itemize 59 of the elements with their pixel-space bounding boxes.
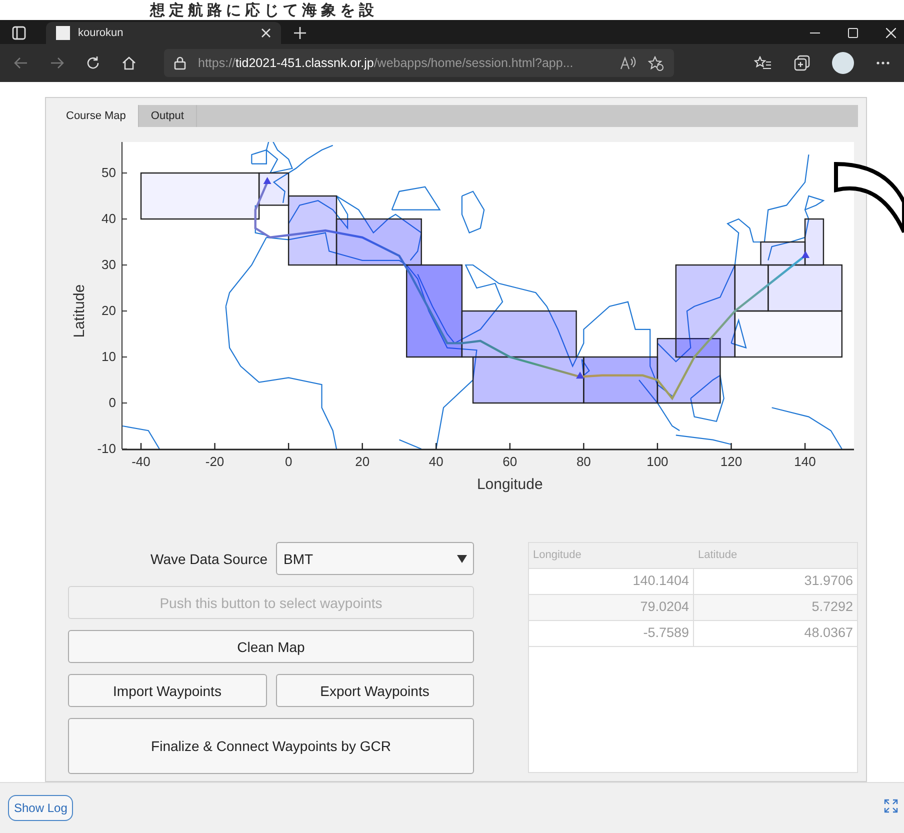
axis-tick-label: 100 bbox=[646, 454, 668, 469]
column-header: Longitude bbox=[532, 548, 582, 563]
browser-tab[interactable]: kourokun bbox=[46, 22, 281, 44]
tab-title: kourokun bbox=[78, 27, 124, 39]
axis-tick-label: 40 bbox=[428, 454, 444, 469]
axis-tick-label: 0 bbox=[108, 395, 116, 410]
axis-tick-label: 40 bbox=[102, 211, 116, 226]
maximize-icon[interactable] bbox=[848, 28, 858, 38]
axis-title: Latitude bbox=[71, 284, 88, 338]
field-label: Wave Data Source bbox=[150, 550, 268, 566]
table-cell: 140.1404 bbox=[529, 569, 694, 594]
axis-tick-label: 10 bbox=[102, 349, 116, 364]
close-icon[interactable] bbox=[886, 28, 896, 38]
fullscreen-icon[interactable] bbox=[884, 798, 898, 812]
column-header: Latitude bbox=[697, 548, 738, 563]
axis-tick-label: 120 bbox=[720, 454, 742, 469]
read-aloud-icon[interactable] bbox=[620, 56, 636, 70]
caret-icon bbox=[457, 554, 467, 562]
table-cell-text: 48.0367 bbox=[803, 624, 854, 642]
caption-text: 想定航路に応じて海象を設 bbox=[150, 0, 378, 20]
axis-tick-label: 80 bbox=[576, 454, 591, 469]
back-icon[interactable] bbox=[14, 57, 28, 69]
axis-tick-label: 0 bbox=[284, 454, 292, 469]
axis-tick-label: 20 bbox=[355, 454, 370, 469]
tab[interactable]: Course Map bbox=[54, 105, 139, 127]
action-button[interactable]: Clean Map bbox=[68, 630, 474, 663]
forward-icon[interactable] bbox=[50, 57, 64, 69]
axis-title: Longitude bbox=[476, 476, 543, 493]
wave-source-dropdown[interactable]: BMT bbox=[276, 542, 474, 575]
tab-actions-icon[interactable] bbox=[12, 26, 26, 40]
collections-icon[interactable] bbox=[794, 55, 810, 71]
table-cell: -5.7589 bbox=[529, 621, 694, 646]
show-log-button[interactable]: Show Log bbox=[8, 795, 74, 821]
table-cell: 79.0204 bbox=[529, 595, 694, 620]
action-button[interactable]: Import Waypoints bbox=[68, 674, 266, 707]
lock-icon bbox=[174, 56, 186, 70]
url-text: https://tid2021-451.classnk.or.jp/webapps/home/session.html?app... bbox=[198, 56, 574, 70]
axis-tick-label: -20 bbox=[205, 454, 224, 469]
more-icon[interactable] bbox=[876, 61, 890, 65]
page-icon bbox=[56, 26, 70, 40]
axis-tick-label: 50 bbox=[102, 165, 116, 180]
axis-tick-label: 20 bbox=[102, 303, 116, 318]
refresh-icon[interactable] bbox=[86, 56, 100, 70]
favorites-icon[interactable] bbox=[754, 56, 772, 70]
plus-icon[interactable] bbox=[293, 26, 307, 40]
profile-avatar[interactable] bbox=[832, 52, 854, 74]
home-icon[interactable] bbox=[122, 56, 136, 70]
star-add-icon[interactable] bbox=[648, 56, 664, 70]
address-bar[interactable]: https://tid2021-451.classnk.or.jp/webapps/home/session.html?app... bbox=[164, 49, 674, 77]
table-cell-text: 31.9706 bbox=[803, 572, 854, 590]
table-cell-text: 5.7292 bbox=[810, 598, 854, 616]
action-button[interactable]: Export Waypoints bbox=[276, 674, 474, 707]
axis-tick-label: 30 bbox=[102, 257, 116, 272]
axis-tick-label: -10 bbox=[97, 441, 116, 456]
action-button[interactable]: Finalize & Connect Waypoints by GCR bbox=[68, 718, 474, 774]
axis-tick-label: -40 bbox=[132, 454, 150, 469]
axis-tick-label: 60 bbox=[502, 454, 518, 469]
axis-tick-label: 140 bbox=[794, 454, 816, 469]
close-icon[interactable] bbox=[261, 28, 271, 38]
